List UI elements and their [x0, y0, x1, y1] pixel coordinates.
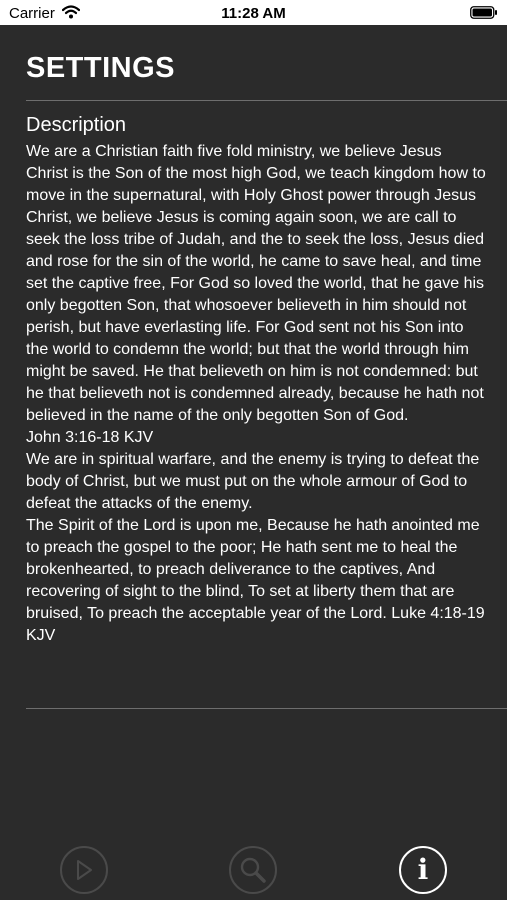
- play-icon: [74, 859, 94, 881]
- scripture-reference: John 3:16-18 KJV: [26, 429, 154, 446]
- description-paragraph: The Spirit of the Lord is upon me, Becau…: [26, 517, 485, 644]
- search-icon: [238, 855, 268, 885]
- tab-play[interactable]: [60, 846, 108, 894]
- description-paragraph: We are in spiritual warfare, and the ene…: [26, 451, 480, 512]
- tab-search[interactable]: [229, 846, 277, 894]
- info-icon: i: [417, 853, 429, 886]
- tab-bar: i: [0, 840, 507, 900]
- header-divider: [26, 100, 507, 101]
- status-time: 11:28 AM: [221, 5, 286, 22]
- description-text: We are a Christian faith five fold minis…: [26, 141, 486, 647]
- content-divider: [26, 708, 507, 709]
- description-heading: Description: [26, 114, 127, 136]
- status-bar: Carrier 11:28 AM: [0, 0, 507, 25]
- tab-info[interactable]: i: [399, 846, 447, 894]
- page-title: SETTINGS: [26, 52, 176, 84]
- battery-icon: [470, 6, 498, 19]
- description-paragraph: We are a Christian faith five fold minis…: [26, 143, 486, 424]
